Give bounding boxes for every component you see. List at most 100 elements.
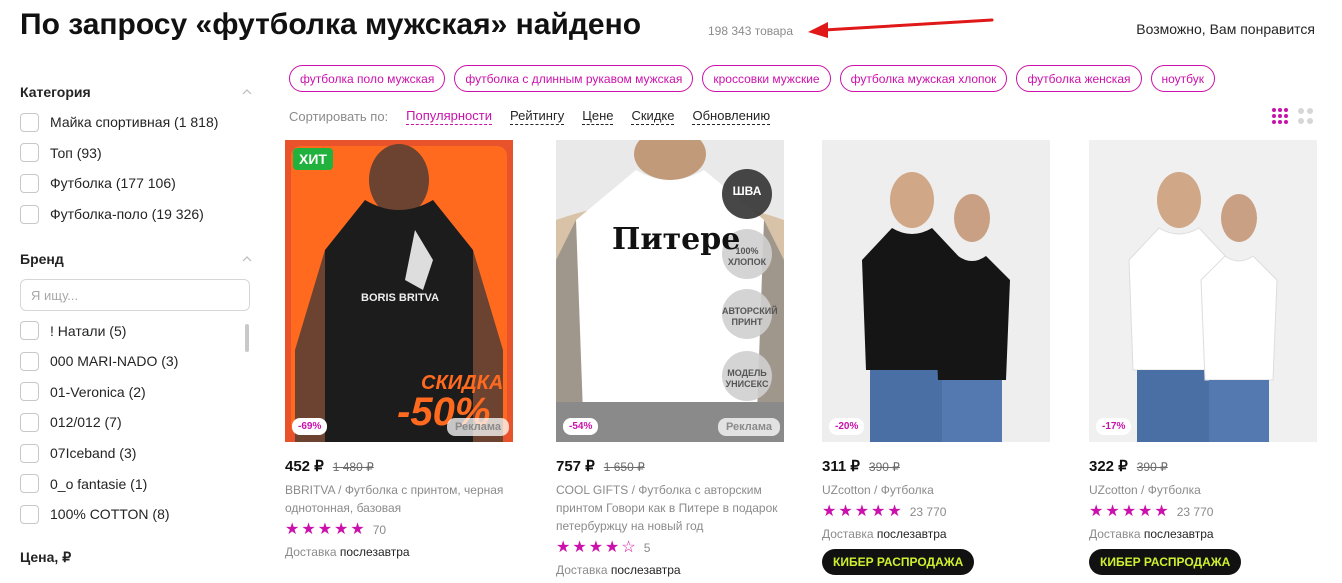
promo-badge[interactable]: КИБЕР РАСПРОДАЖА <box>822 549 975 575</box>
grid-view-icon[interactable] <box>1272 108 1288 124</box>
product-image[interactable]: -20% <box>822 140 1050 442</box>
star-icon: ★ <box>1154 503 1169 520</box>
product-title[interactable]: UZcotton / Футболка <box>822 481 1050 499</box>
brand-filter-item[interactable]: 012/012 (7) <box>20 407 252 438</box>
title-separator: / <box>334 483 345 497</box>
product-old-price: 390 ₽ <box>1136 460 1168 474</box>
sort-option[interactable]: Скидке <box>631 108 675 125</box>
search-chip[interactable]: футболка мужская хлопок <box>839 65 1008 92</box>
product-card[interactable]: BORIS BRITVA СКИДКА -50% ХИТ -69% Реклама 452 … <box>285 140 513 559</box>
star-icon: ★ <box>588 539 604 556</box>
feature-tag: АВТОРСКИЙ ПРИНТ <box>722 306 778 327</box>
delivery-info: Доставка послезавтра <box>556 563 784 577</box>
grid-large-view-icon[interactable] <box>1298 108 1313 124</box>
discount-badge: -54% <box>563 418 599 435</box>
delivery-label: Доставка <box>556 563 611 577</box>
product-card[interactable]: Питере ШВА 100% ХЛОПОК АВТОРСКИЙ ПРИНТ МОДЕЛ… <box>556 140 784 577</box>
page-title: По запросу «футболка мужская» найдено <box>20 8 642 41</box>
arrow-annotation <box>808 18 994 38</box>
star-icon: ★ <box>1089 503 1104 520</box>
search-chip[interactable]: кроссовки мужские <box>702 65 831 92</box>
category-filter-item[interactable]: Топ (93) <box>20 138 252 169</box>
product-old-price: 1 650 ₽ <box>603 460 645 474</box>
star-icon: ★ <box>556 539 571 556</box>
brand-list-scrollbar[interactable] <box>245 324 249 352</box>
brand-filter-checkbox[interactable] <box>20 382 39 402</box>
filter-category-header[interactable]: Категория <box>20 82 252 102</box>
promo-badge[interactable]: КИБЕР РАСПРОДАЖА <box>1089 549 1242 575</box>
product-image[interactable]: BORIS BRITVA СКИДКА -50% ХИТ -69% Реклама <box>285 140 513 442</box>
product-name: Футболка <box>1147 483 1201 497</box>
chevron-up-icon[interactable] <box>242 254 252 264</box>
brand-filter-label: 000 MARI-NADO (3) <box>50 353 179 370</box>
delivery-day: послезавтра <box>610 563 681 577</box>
brand-filter-label: 0_o fantasie (1) <box>50 475 148 492</box>
search-chip[interactable]: футболка поло мужская <box>289 65 446 92</box>
sort-option[interactable]: Популярности <box>406 108 492 125</box>
brand-filter-checkbox[interactable] <box>20 443 39 463</box>
category-filter-checkbox[interactable] <box>20 112 39 132</box>
product-title[interactable]: UZcotton / Футболка <box>1089 481 1317 499</box>
sort-option[interactable]: Рейтингу <box>509 108 565 125</box>
search-chip[interactable]: футболка с длинным рукавом мужская <box>454 65 694 92</box>
delivery-info: Доставка послезавтра <box>285 545 513 559</box>
brand-filter-label: 100% COTTON (8) <box>50 506 170 523</box>
product-image[interactable]: -17% <box>1089 140 1317 442</box>
filter-price-title: Цена, ₽ <box>20 549 72 566</box>
star-icon: ★ <box>285 521 300 538</box>
print-brand-text: BORIS BRITVA <box>361 292 440 304</box>
product-card[interactable]: -20% 311 ₽390 ₽ UZcotton / Футболка ★ ★ ★ ★ ★ 23… <box>822 140 1050 575</box>
brand-search-placeholder: Я ищу... <box>31 287 79 303</box>
sort-option[interactable]: Цене <box>582 108 614 125</box>
related-search-chips: футболка поло мужская футболка с длинным … <box>289 65 1216 92</box>
category-filter-label: Футболка-поло (19 326) <box>50 206 204 223</box>
product-rating: ★ ★ ★ ★ ★ 23 770 <box>1089 503 1317 521</box>
ad-badge: Реклама <box>717 418 780 436</box>
maybe-like-link[interactable]: Возможно, Вам понравится <box>1136 21 1315 37</box>
brand-filter-checkbox[interactable] <box>20 504 39 524</box>
category-list: Майка спортивная (1 818) Топ (93) Футболка… <box>20 107 252 229</box>
sort-option[interactable]: Обновлению <box>692 108 771 125</box>
discount-badge: -17% <box>1096 418 1132 435</box>
star-icon: ★ <box>1138 503 1153 520</box>
star-icon: ★ <box>887 503 902 520</box>
category-filter-item[interactable]: Футболка-поло (19 326) <box>20 199 252 230</box>
brand-filter-item[interactable]: 000 MARI-NADO (3) <box>20 346 252 377</box>
brand-filter-item[interactable]: ! Натали (5) <box>20 315 252 346</box>
product-title[interactable]: COOL GIFTS / Футболка с авторским принто… <box>556 481 784 535</box>
search-chip[interactable]: футболка женская <box>1016 65 1142 92</box>
brand-filter-checkbox[interactable] <box>20 412 39 432</box>
product-image[interactable]: Питере ШВА 100% ХЛОПОК АВТОРСКИЙ ПРИНТ МОДЕЛ… <box>556 140 784 442</box>
category-filter-checkbox[interactable] <box>20 143 39 163</box>
star-icon: ★ <box>854 503 870 520</box>
product-price: 311 ₽ <box>822 458 860 475</box>
brand-filter-label: 012/012 (7) <box>50 414 122 431</box>
price-row: 757 ₽ 1 650 ₽ <box>556 457 784 475</box>
product-brand: UZcotton <box>1089 483 1138 497</box>
brand-filter-item[interactable]: 100% COTTON (8) <box>20 499 252 530</box>
delivery-info: Доставка послезавтра <box>1089 527 1317 541</box>
category-filter-label: Майка спортивная (1 818) <box>50 114 219 131</box>
category-filter-item[interactable]: Майка спортивная (1 818) <box>20 107 252 138</box>
brand-filter-item[interactable]: 0_o fantasie (1) <box>20 468 252 499</box>
chevron-up-icon[interactable] <box>242 87 252 97</box>
brand-filter-item[interactable]: 01-Veronica (2) <box>20 377 252 408</box>
product-title[interactable]: BBRITVA / Футболка с принтом, черная одн… <box>285 481 513 517</box>
ad-badge: Реклама <box>446 418 509 436</box>
brand-filter-checkbox[interactable] <box>20 321 39 341</box>
brand-search-input[interactable]: Я ищу... <box>20 279 250 312</box>
category-filter-checkbox[interactable] <box>20 204 39 224</box>
category-filter-checkbox[interactable] <box>20 173 39 193</box>
filter-price-header[interactable]: Цена, ₽ <box>20 548 252 568</box>
star-icon: ★ <box>871 503 886 520</box>
brand-filter-checkbox[interactable] <box>20 474 39 494</box>
review-count: 23 770 <box>1176 505 1214 519</box>
category-filter-item[interactable]: Футболка (177 106) <box>20 168 252 199</box>
brand-filter-checkbox[interactable] <box>20 351 39 371</box>
product-card[interactable]: -17% 322 ₽390 ₽ UZcotton / Футболка ★ ★ ★ ★ ★ 23… <box>1089 140 1317 575</box>
brand-filter-item[interactable]: 07Iceband (3) <box>20 438 252 469</box>
search-chip[interactable]: ноутбук <box>1150 65 1216 92</box>
review-count: 23 770 <box>909 505 947 519</box>
brand-filter-label: ! Натали (5) <box>50 322 127 339</box>
filter-brand-header[interactable]: Бренд <box>20 249 252 269</box>
